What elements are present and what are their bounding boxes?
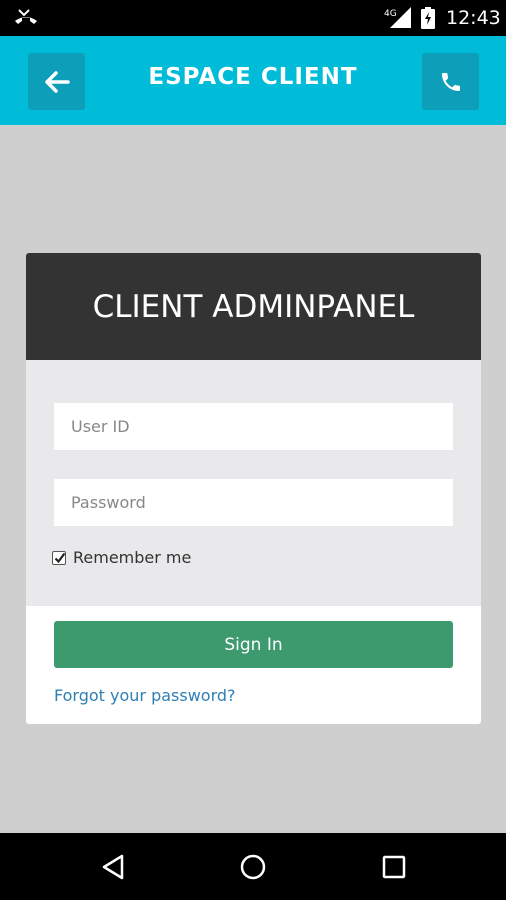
- login-card: CLIENT ADMINPANEL Remember me Sign In Fo…: [26, 253, 481, 724]
- forgot-password-link[interactable]: Forgot your password?: [54, 686, 236, 705]
- network-type: 4G: [384, 9, 397, 19]
- remember-label: Remember me: [73, 548, 192, 567]
- user-id-input[interactable]: [54, 403, 453, 450]
- signal-icon: 4G: [384, 7, 414, 33]
- nav-recents-icon[interactable]: [378, 851, 410, 883]
- password-input[interactable]: [54, 479, 453, 526]
- call-button[interactable]: [422, 53, 479, 110]
- status-clock: 12:43: [446, 7, 501, 29]
- sign-in-button[interactable]: Sign In: [54, 621, 453, 668]
- nav-back-icon[interactable]: [98, 851, 130, 883]
- navigation-bar: [0, 833, 506, 900]
- remember-checkbox[interactable]: [52, 550, 66, 565]
- card-title: CLIENT ADMINPANEL: [26, 253, 481, 360]
- phone-icon: [441, 72, 460, 91]
- status-bar: 4G 12:43: [0, 0, 506, 36]
- remember-me[interactable]: Remember me: [52, 548, 191, 567]
- checkmark-icon: [54, 552, 66, 563]
- login-form: Remember me: [26, 360, 481, 606]
- battery-icon: [421, 7, 435, 33]
- missed-call-icon: [13, 7, 39, 31]
- nav-home-icon[interactable]: [237, 851, 269, 883]
- app-bar: ESPACE CLIENT: [0, 36, 506, 125]
